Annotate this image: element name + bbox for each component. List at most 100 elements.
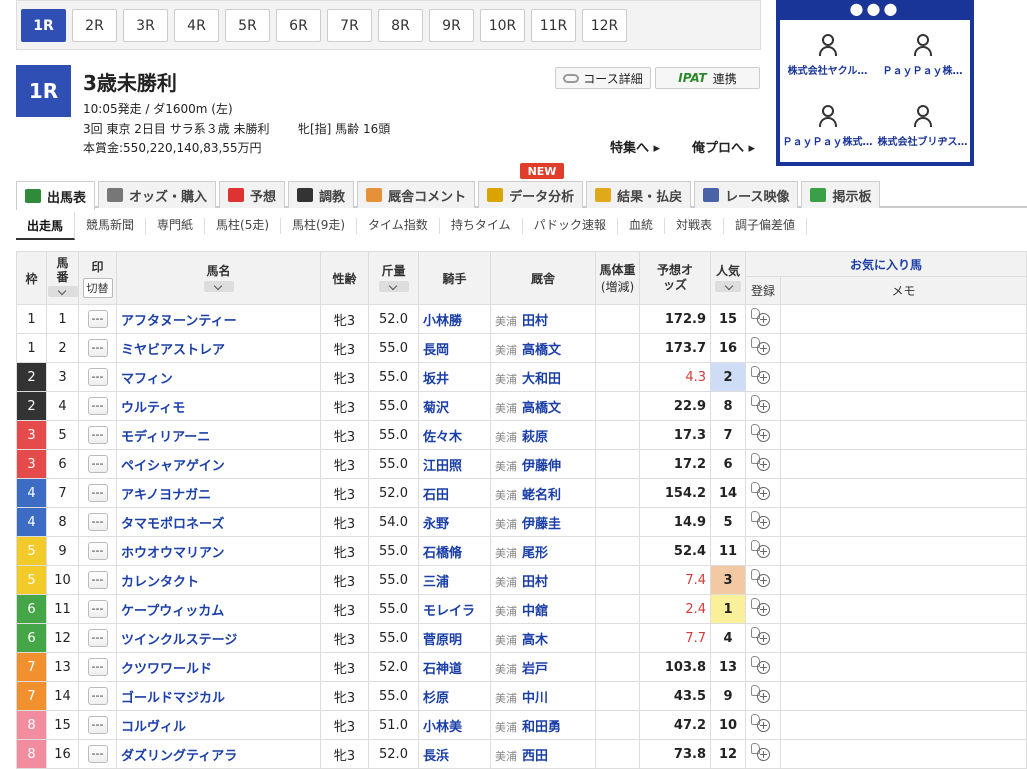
add-favorite-icon[interactable] [750, 685, 772, 703]
horse-name-link[interactable]: モディリアーニ [121, 430, 210, 445]
add-favorite-icon[interactable] [750, 656, 772, 674]
trainer-link[interactable]: 尾形 [522, 546, 548, 561]
sponsor-item[interactable]: 株式会社ブリヂス… [875, 91, 970, 162]
mark-toggle-button[interactable]: 切替 [82, 278, 113, 298]
memo-cell[interactable] [780, 681, 1027, 711]
memo-cell[interactable] [780, 739, 1027, 769]
add-favorite-icon[interactable] [750, 714, 772, 732]
jockey-link[interactable]: 佐々木 [423, 430, 462, 445]
mark-select-button[interactable]: --- [87, 484, 108, 502]
memo-cell[interactable] [780, 420, 1027, 450]
race-tab-2R[interactable]: 2R [72, 9, 117, 42]
horse-name-link[interactable]: カレンタクト [121, 575, 199, 590]
jockey-link[interactable]: 杉原 [423, 691, 449, 706]
horse-name-link[interactable]: ホウオウマリアン [121, 546, 224, 561]
sponsor-item[interactable]: ＰａｙＰａｙ株… [875, 20, 970, 91]
horse-name-link[interactable]: ウルティモ [121, 401, 185, 416]
race-tab-9R[interactable]: 9R [429, 9, 474, 42]
trainer-link[interactable]: 蛯名利 [522, 488, 561, 503]
jockey-link[interactable]: 三浦 [423, 575, 449, 590]
sub-tab-4[interactable]: 馬柱(9走) [281, 218, 358, 234]
add-favorite-icon[interactable] [750, 598, 772, 616]
ipat-link-button[interactable]: IPAT 連携 [655, 67, 760, 89]
race-tab-5R[interactable]: 5R [225, 9, 270, 42]
add-favorite-icon[interactable] [750, 569, 772, 587]
jockey-link[interactable]: 江田照 [423, 459, 462, 474]
race-tab-10R[interactable]: 10R [480, 9, 525, 42]
mark-select-button[interactable]: --- [87, 426, 108, 444]
race-tab-11R[interactable]: 11R [531, 9, 576, 42]
add-favorite-icon[interactable] [750, 308, 772, 326]
trainer-link[interactable]: 高橋文 [522, 343, 561, 358]
sub-tab-6[interactable]: 持ちタイム [440, 218, 523, 234]
memo-cell[interactable] [780, 594, 1027, 624]
jockey-link[interactable]: 菊沢 [423, 401, 449, 416]
mark-select-button[interactable]: --- [87, 571, 108, 589]
sub-tab-0[interactable]: 出走馬 [16, 212, 76, 240]
jockey-link[interactable]: 長浜 [423, 749, 449, 764]
add-favorite-icon[interactable] [750, 540, 772, 558]
memo-cell[interactable] [780, 478, 1027, 508]
mark-select-button[interactable]: --- [87, 368, 108, 386]
course-detail-button[interactable]: コース詳細 [555, 67, 651, 89]
main-tab-8[interactable]: 掲示板 [801, 181, 881, 208]
memo-cell[interactable] [780, 333, 1027, 363]
memo-cell[interactable] [780, 449, 1027, 479]
mark-select-button[interactable]: --- [87, 513, 108, 531]
main-tab-4[interactable]: 厩舎コメント [357, 181, 476, 208]
memo-cell[interactable] [780, 507, 1027, 537]
jockey-link[interactable]: モレイラ [423, 604, 475, 619]
mark-select-button[interactable]: --- [87, 397, 108, 415]
horse-name-link[interactable]: ツインクルステージ [121, 633, 237, 648]
trainer-link[interactable]: 萩原 [522, 430, 548, 445]
trainer-link[interactable]: 伊藤圭 [522, 517, 561, 532]
mark-select-button[interactable]: --- [87, 716, 108, 734]
mark-select-button[interactable]: --- [87, 745, 108, 763]
jockey-link[interactable]: 石橋脩 [423, 546, 462, 561]
sort-popularity-button[interactable] [715, 280, 741, 292]
memo-cell[interactable] [780, 391, 1027, 421]
jockey-link[interactable]: 小林勝 [423, 314, 462, 329]
horse-name-link[interactable]: ダズリングティアラ [121, 749, 237, 764]
race-tab-3R[interactable]: 3R [123, 9, 168, 42]
sub-tab-8[interactable]: 血統 [618, 218, 665, 234]
sub-tab-1[interactable]: 競馬新聞 [75, 218, 147, 234]
sort-umaban-button[interactable] [47, 286, 78, 297]
memo-cell[interactable] [780, 565, 1027, 595]
trainer-link[interactable]: 高木 [522, 633, 548, 648]
feature-link[interactable]: 特集へ ▸ [610, 137, 660, 156]
mark-select-button[interactable]: --- [87, 542, 108, 560]
memo-cell[interactable] [780, 304, 1027, 334]
main-tab-1[interactable]: オッズ・購入 [98, 181, 217, 208]
memo-cell[interactable] [780, 536, 1027, 566]
add-favorite-icon[interactable] [750, 627, 772, 645]
sponsor-item[interactable]: 株式会社ヤクル… [780, 20, 875, 91]
main-tab-2[interactable]: 予想 [219, 181, 286, 208]
add-favorite-icon[interactable] [750, 743, 772, 761]
trainer-link[interactable]: 伊藤伸 [522, 459, 561, 474]
jockey-link[interactable]: 坂井 [423, 372, 449, 387]
add-favorite-icon[interactable] [750, 337, 772, 355]
add-favorite-icon[interactable] [750, 453, 772, 471]
memo-cell[interactable] [780, 710, 1027, 740]
jockey-link[interactable]: 石田 [423, 488, 449, 503]
mark-select-button[interactable]: --- [87, 310, 108, 328]
trainer-link[interactable]: 中川 [522, 691, 548, 706]
horse-name-link[interactable]: ケープウィッカム [121, 604, 224, 619]
trainer-link[interactable]: 和田勇 [522, 720, 561, 735]
add-favorite-icon[interactable] [750, 366, 772, 384]
horse-name-link[interactable]: コルヴィル [121, 720, 186, 735]
jockey-link[interactable]: 石神道 [423, 662, 462, 677]
horse-name-link[interactable]: ペイシャアゲイン [121, 459, 225, 474]
race-tab-4R[interactable]: 4R [174, 9, 219, 42]
horse-name-link[interactable]: アフタヌーンティー [121, 314, 237, 329]
sub-tab-3[interactable]: 馬柱(5走) [205, 218, 282, 234]
sub-tab-7[interactable]: パドック速報 [523, 218, 618, 234]
add-favorite-icon[interactable] [750, 482, 772, 500]
mark-select-button[interactable]: --- [87, 629, 108, 647]
memo-cell[interactable] [780, 652, 1027, 682]
trainer-link[interactable]: 岩戸 [522, 662, 548, 677]
trainer-link[interactable]: 大和田 [522, 372, 561, 387]
race-tab-1R[interactable]: 1R [21, 9, 66, 42]
sort-weight-button[interactable] [378, 280, 409, 292]
